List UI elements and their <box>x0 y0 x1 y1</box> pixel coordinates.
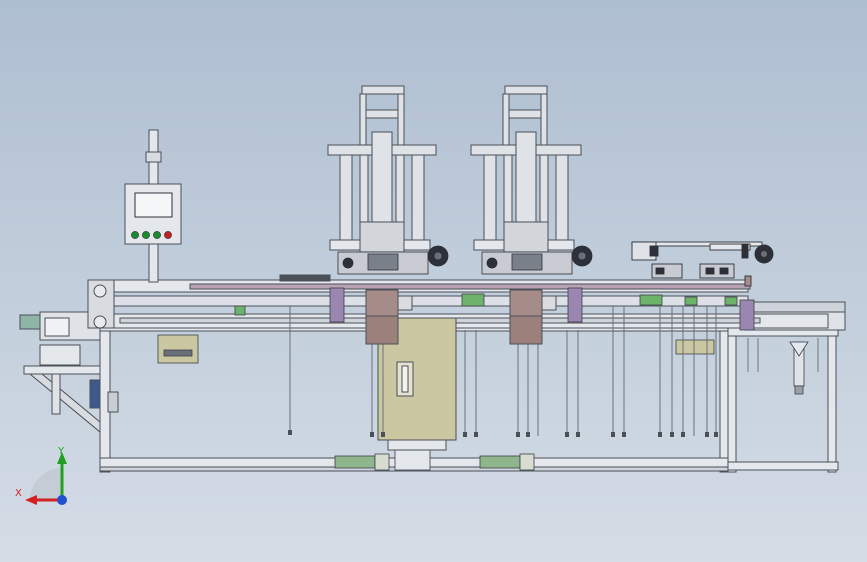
press-1-cylinder-main <box>371 131 393 228</box>
press-1-wheel-left <box>342 257 354 269</box>
axis-label-y: Y <box>57 446 65 457</box>
hmi-screen[interactable] <box>134 192 173 218</box>
hmi-button-1[interactable] <box>131 231 139 239</box>
conveyor-beam <box>87 274 829 329</box>
hmi-button-2[interactable] <box>142 231 150 239</box>
press-1-cylinder-left <box>339 154 353 241</box>
hmi-button-3[interactable] <box>153 231 161 239</box>
press-2-cylinder-left <box>483 154 497 241</box>
outfeed-leg-2 <box>827 335 837 473</box>
press-2-cylinder-main <box>515 131 537 228</box>
z-axis-dot <box>57 495 67 505</box>
gripper-assembly <box>631 241 774 287</box>
outfeed-pneumatic <box>789 341 809 395</box>
pulley-bottom <box>93 315 107 329</box>
cad-viewport[interactable]: Y X <box>0 0 867 562</box>
press-station-1 <box>327 85 437 253</box>
rod-tips <box>288 430 718 437</box>
press-station-2 <box>470 85 582 253</box>
hmi-panel[interactable] <box>124 183 182 245</box>
press-2-cylinder-right <box>555 154 569 241</box>
press-2-wheel-left <box>486 257 498 269</box>
hmi-button-4[interactable] <box>164 231 172 239</box>
pulley-top <box>93 284 107 298</box>
press-1-cylinder-right <box>411 154 425 241</box>
coordinate-triad: Y X <box>15 446 67 505</box>
outfeed-leg-1 <box>727 335 737 473</box>
axis-label-x: X <box>15 488 22 499</box>
conveyor-belt-strip <box>189 283 751 290</box>
